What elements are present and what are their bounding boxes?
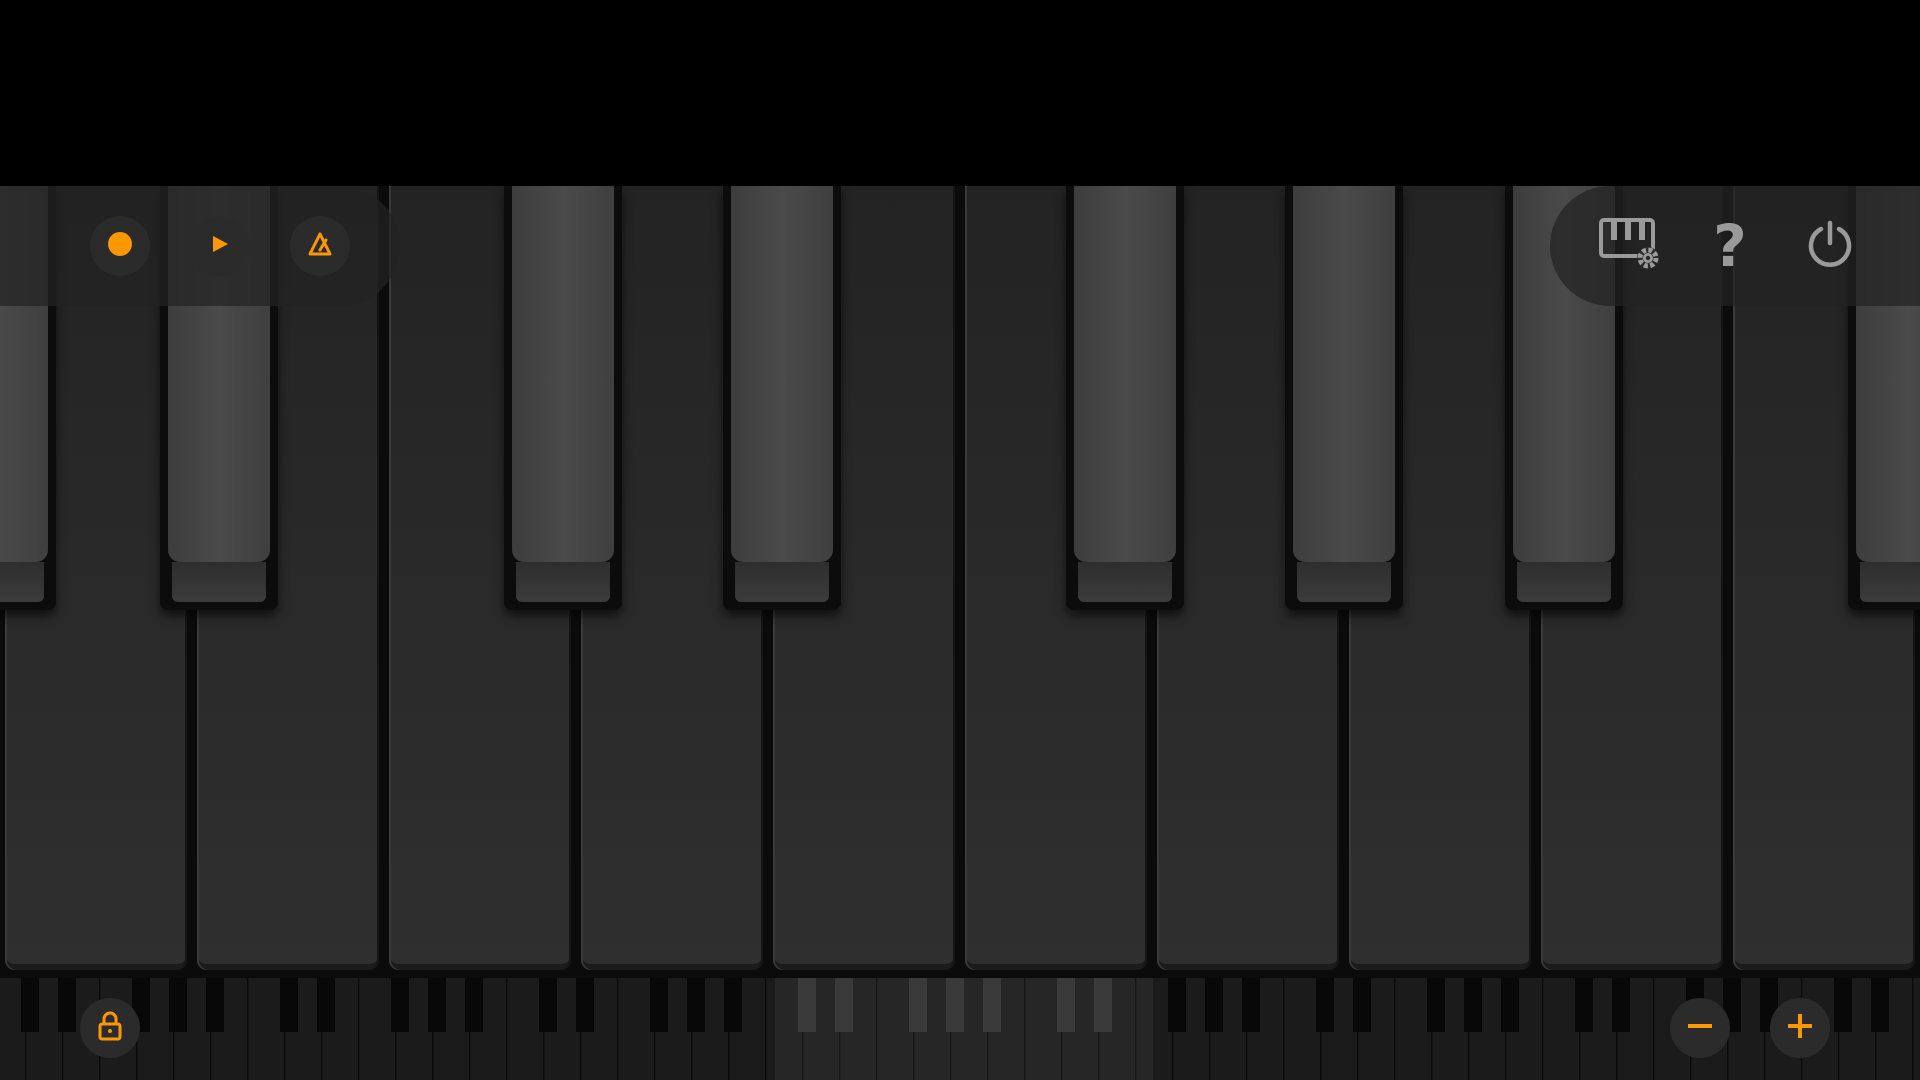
minimap-black-key bbox=[1316, 978, 1334, 1032]
minimap-black-key bbox=[909, 978, 927, 1032]
minimap-black-key bbox=[1427, 978, 1445, 1032]
minus-icon bbox=[1687, 1013, 1713, 1043]
minimap-black-key bbox=[946, 978, 964, 1032]
power-icon bbox=[1805, 219, 1855, 273]
minimap-black-key bbox=[465, 978, 483, 1032]
help-label: ? bbox=[1713, 212, 1747, 280]
minimap-black-key bbox=[1871, 978, 1889, 1032]
minimap-black-key bbox=[576, 978, 594, 1032]
power-button[interactable] bbox=[1790, 206, 1870, 286]
minimap-black-key bbox=[835, 978, 853, 1032]
black-key[interactable] bbox=[504, 186, 622, 610]
minimap-black-key bbox=[1205, 978, 1223, 1032]
black-key[interactable] bbox=[1066, 186, 1184, 610]
minimap-black-key bbox=[724, 978, 742, 1032]
lock-icon bbox=[97, 1011, 123, 1045]
transport-toolbar bbox=[0, 186, 400, 306]
keyboard-settings-button[interactable] bbox=[1590, 206, 1670, 286]
lock-button[interactable] bbox=[80, 998, 140, 1058]
minimap-black-key bbox=[1464, 978, 1482, 1032]
keyboard-minimap[interactable] bbox=[0, 978, 1920, 1080]
settings-toolbar: ? bbox=[1550, 186, 1920, 306]
minimap-black-key bbox=[539, 978, 557, 1032]
minimap-black-key bbox=[1501, 978, 1519, 1032]
minimap-black-key bbox=[391, 978, 409, 1032]
minimap-black-key bbox=[1353, 978, 1371, 1032]
minimap-white-key bbox=[1914, 978, 1920, 1080]
piano-app: ? bbox=[0, 0, 1920, 1080]
minimap-black-key bbox=[983, 978, 1001, 1032]
minimap-black-key bbox=[1834, 978, 1852, 1032]
minimap-black-key bbox=[169, 978, 187, 1032]
record-button[interactable] bbox=[90, 216, 150, 276]
minimap-black-key bbox=[21, 978, 39, 1032]
help-button[interactable]: ? bbox=[1690, 206, 1770, 286]
minimap-black-key bbox=[428, 978, 446, 1032]
minimap-black-key bbox=[1575, 978, 1593, 1032]
metronome-icon bbox=[307, 231, 333, 261]
minimap-black-key bbox=[650, 978, 668, 1032]
record-dot-icon bbox=[107, 231, 133, 261]
minimap-black-key bbox=[317, 978, 335, 1032]
top-black-bar bbox=[0, 0, 1920, 186]
minimap-black-key bbox=[58, 978, 76, 1032]
minimap-black-key bbox=[798, 978, 816, 1032]
zoom-out-button[interactable] bbox=[1670, 998, 1730, 1058]
black-key[interactable] bbox=[1285, 186, 1403, 610]
minimap-black-key bbox=[280, 978, 298, 1032]
minimap-black-key bbox=[687, 978, 705, 1032]
minimap-black-key bbox=[206, 978, 224, 1032]
minimap-black-key bbox=[1242, 978, 1260, 1032]
zoom-in-button[interactable] bbox=[1770, 998, 1830, 1058]
plus-icon bbox=[1787, 1013, 1813, 1043]
metronome-button[interactable] bbox=[290, 216, 350, 276]
minimap-black-key bbox=[1094, 978, 1112, 1032]
play-triangle-icon bbox=[210, 234, 230, 258]
minimap-black-key bbox=[1168, 978, 1186, 1032]
black-key[interactable] bbox=[723, 186, 841, 610]
play-button[interactable] bbox=[190, 216, 250, 276]
minimap-black-key bbox=[1612, 978, 1630, 1032]
minimap-black-key bbox=[1057, 978, 1075, 1032]
keyboard-settings-icon bbox=[1598, 216, 1662, 276]
